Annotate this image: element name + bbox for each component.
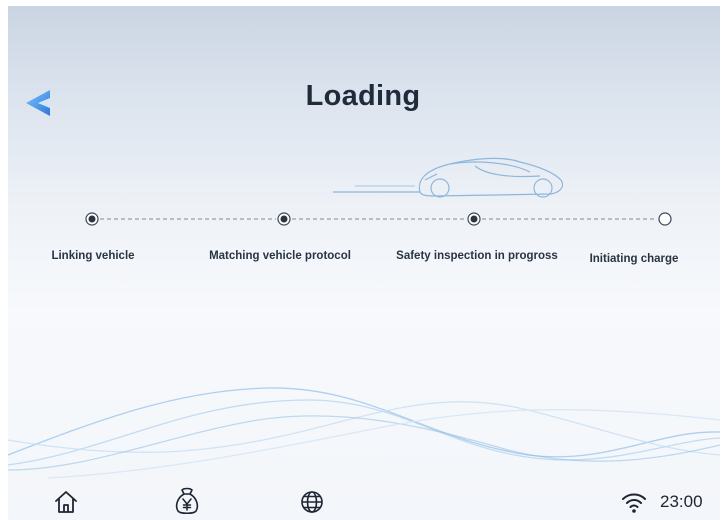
step-dot-complete <box>467 212 481 226</box>
step-label-linking-vehicle: Linking vehicle <box>51 250 135 262</box>
step-label-matching-protocol: Matching vehicle protocol <box>209 250 351 262</box>
home-icon[interactable] <box>53 489 79 515</box>
step-label-safety-inspection: Safety inspection in progross <box>396 250 558 262</box>
step-label-initiating-charge: Initiating charge <box>589 253 679 265</box>
car-outline-icon <box>333 157 564 198</box>
screen-frame-left <box>0 0 8 520</box>
progress-track <box>85 212 672 226</box>
decorative-waves <box>8 387 720 479</box>
step-dot-pending <box>658 212 672 226</box>
step-dot-complete <box>277 212 291 226</box>
money-bag-yen-icon[interactable] <box>173 486 201 516</box>
globe-icon[interactable] <box>299 489 325 515</box>
bottom-navigation-bar <box>0 476 726 520</box>
clock-time: 23:00 <box>660 492 703 511</box>
screen-frame-top <box>0 0 726 6</box>
step-dot-complete <box>85 212 99 226</box>
page-title: Loading <box>305 80 421 112</box>
screen-frame-right <box>720 0 726 520</box>
wifi-icon[interactable] <box>621 490 647 516</box>
